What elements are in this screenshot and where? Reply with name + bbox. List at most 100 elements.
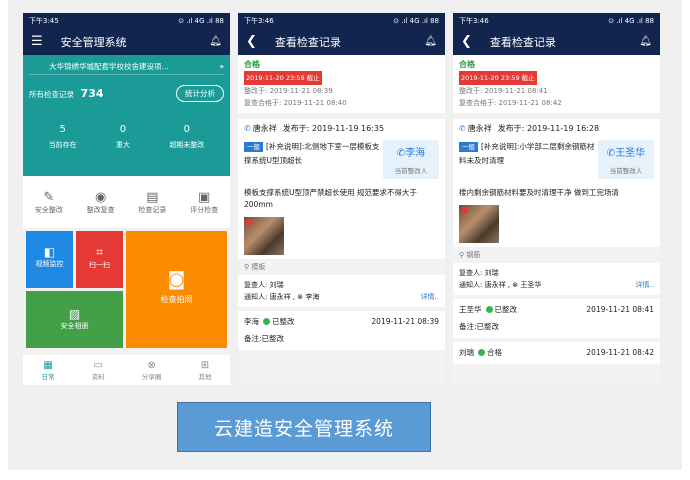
- phone-icon[interactable]: ✆: [459, 124, 466, 133]
- phone-icon[interactable]: ✆: [244, 124, 251, 133]
- grid-icon: ⊞: [200, 359, 210, 371]
- status-bar: 下午3:45 ⊙ .ıl 4G .ıl 88: [23, 13, 230, 28]
- back-icon[interactable]: ❮: [461, 34, 472, 49]
- log-state: 已整改: [494, 305, 518, 314]
- location-icon[interactable]: ⌖: [220, 62, 224, 72]
- status-dot-icon: [478, 349, 485, 356]
- marker-icon: [246, 219, 253, 226]
- stats-button[interactable]: 统计分析: [176, 85, 224, 102]
- phone-icon: ✆: [396, 148, 406, 159]
- bell-icon[interactable]: 🔔︎: [209, 36, 222, 47]
- rectify-time: 整改于: 2019-11-21 08:41: [459, 87, 548, 95]
- status-text: 合格: [244, 60, 260, 69]
- tile-label: 视频监控: [35, 260, 64, 268]
- log-name: 王圣华: [459, 305, 482, 314]
- safety-album-tile[interactable]: ▨ 安全相册: [26, 291, 123, 348]
- issue-card: ✆ 唐永祥 发布于: 2019-11-19 16:35 一般 [补充说明]:北侧地下室…: [238, 119, 445, 259]
- pass-time: 复查合格于: 2019-11-21 08:40: [244, 99, 347, 107]
- back-icon[interactable]: ❮: [246, 34, 257, 49]
- all-records-label: 所有检查记录: [29, 90, 74, 99]
- camera-icon: ◙: [167, 269, 186, 290]
- issue-body: 楼内剩余钢筋材料要及时清理干净 做到工完场清: [459, 188, 619, 197]
- bell-icon[interactable]: 🔔︎: [639, 36, 652, 47]
- category-label: 模板: [251, 263, 266, 271]
- review-block: 复查人: 刘瑞 通知人: 唐永祥 , ⊗ 李海 详情..: [238, 275, 445, 307]
- project-name: 大华锦绣华城配套学校校舍建设项...: [49, 62, 169, 71]
- nav-other[interactable]: ⊞ 其他: [198, 360, 211, 381]
- scan-tile[interactable]: ⌗ 扫一扫: [76, 231, 123, 288]
- assignee-name: 王圣华: [615, 148, 646, 159]
- log-state: 已整改: [272, 317, 295, 326]
- menu-label: 整改复查: [86, 205, 115, 214]
- assignee-box[interactable]: ✆王圣华当前整改人: [598, 140, 654, 179]
- status-icons: ⊙ .ıl 4G .ıl 88: [178, 16, 224, 25]
- tile-label: 检查拍照: [160, 295, 193, 304]
- log-time: 2019-11-21 08:42: [586, 348, 654, 357]
- pen-icon: ✎: [43, 189, 55, 205]
- category-row: ⚲ 模板: [238, 259, 445, 275]
- detail-link[interactable]: 详情..: [421, 291, 439, 303]
- phone-record-detail-2: 下午3:46 ⊙ .ıl 4G .ıl 88 ❮ 查看检查记录 🔔︎ 合格 201…: [453, 13, 660, 385]
- menu-icon[interactable]: ☰: [31, 34, 43, 49]
- status-bar: 下午3:46 ⊙ .ıl 4G .ıl 88: [453, 13, 660, 28]
- log-note: 备注:已整改: [244, 334, 285, 343]
- status-bar: 下午3:46 ⊙ .ıl 4G .ıl 88: [238, 13, 445, 28]
- status-text: 合格: [459, 60, 475, 69]
- nav-label: 资料: [91, 372, 105, 381]
- pass-time: 复查合格于: 2019-11-21 08:42: [459, 99, 562, 107]
- detail-link[interactable]: 详情..: [636, 279, 654, 291]
- assignee-box[interactable]: ✆李海 当前整改人: [383, 140, 439, 179]
- quick-menu: ✎ 安全整改 ◉ 整改复查 ▤ 检查记录 ▣ 评分检查: [23, 176, 230, 228]
- project-selector[interactable]: 大华锦绣华城配套学校校舍建设项... ⌖: [29, 59, 224, 75]
- count-current[interactable]: 5 当前存在: [49, 124, 77, 150]
- count-overdue[interactable]: 0 超期未整改: [169, 124, 204, 150]
- assignee-label: 当前整改人: [609, 167, 643, 175]
- count-label: 当前存在: [48, 141, 77, 149]
- severity-tag: 一般: [459, 142, 478, 152]
- log-name: 李海: [244, 317, 259, 326]
- document-icon: ▭: [93, 359, 103, 371]
- phone-icon: ✆: [606, 148, 616, 159]
- status-block: 合格 2019-11-20 23:59 截止 整改于: 2019-11-21 0…: [238, 55, 445, 113]
- assignee-label: 当前整改人: [394, 167, 428, 175]
- author-name: 唐永祥: [252, 124, 277, 133]
- tile-label: 安全相册: [60, 322, 89, 330]
- issue-photo[interactable]: [244, 217, 284, 255]
- caption-banner: 云建造安全管理系统: [177, 402, 431, 452]
- log-entry: 刘瑞 合格 2019-11-21 08:42: [453, 342, 660, 364]
- nav-files[interactable]: ▭ 资料: [92, 360, 105, 381]
- count-value: 0: [119, 124, 127, 135]
- bell-icon[interactable]: 🔔︎: [424, 36, 437, 47]
- published-time: 发布于: 2019-11-19 16:28: [497, 124, 600, 133]
- nav-label: 其他: [198, 372, 212, 381]
- status-icons: ⊙ .ıl 4G .ıl 88: [393, 16, 439, 25]
- nav-daily[interactable]: ▦ 日常: [42, 360, 55, 381]
- category-label: 钢筋: [466, 251, 481, 259]
- reviewer: 复查人: 刘瑞: [244, 281, 284, 289]
- tile-label: 扫一扫: [89, 261, 110, 269]
- photo-check-tile[interactable]: ◙ 检查拍照: [126, 231, 227, 348]
- phone-home-screen: 下午3:45 ⊙ .ıl 4G .ıl 88 ☰ 安全管理系统 🔔︎ 大华锦绣华城…: [23, 13, 230, 385]
- issue-photo[interactable]: [459, 205, 499, 243]
- status-icons: ⊙ .ıl 4G .ıl 88: [608, 16, 654, 25]
- status-dot-icon: [263, 318, 270, 325]
- menu-recheck[interactable]: ◉ 整改复查: [87, 190, 115, 215]
- nav-label: 分享圈: [141, 372, 162, 381]
- menu-rectify[interactable]: ✎ 安全整改: [35, 190, 63, 215]
- phone-record-detail-1: 下午3:46 ⊙ .ıl 4G .ıl 88 ❮ 查看检查记录 🔔︎ 合格 201…: [238, 13, 445, 385]
- video-monitor-tile[interactable]: ◧ 视频监控: [26, 231, 73, 288]
- menu-records[interactable]: ▤ 检查记录: [138, 190, 166, 215]
- issue-body: 模板支撑系统U型顶严禁超长使用 规范要求不得大于200mm: [244, 188, 417, 209]
- count-value: 5: [59, 124, 66, 135]
- clipboard-icon: ▣: [197, 189, 211, 205]
- notify-list: 通知人: 唐永祥 , ⊗ 李海: [244, 293, 320, 301]
- count-major[interactable]: 0 重大: [116, 124, 130, 150]
- calendar-icon: ▦: [43, 359, 53, 371]
- issue-description: [补充说明]:北侧地下室一层模板支撑系统U型顶超长: [244, 142, 380, 165]
- clock: 下午3:45: [29, 16, 59, 25]
- app-header: ☰ 安全管理系统 🔔︎: [23, 28, 230, 55]
- location-pin-icon: ⚲: [459, 251, 465, 259]
- location-pin-icon: ⚲: [244, 263, 250, 271]
- nav-share[interactable]: ⊗ 分享圈: [142, 360, 162, 381]
- menu-score[interactable]: ▣ 评分检查: [190, 190, 218, 215]
